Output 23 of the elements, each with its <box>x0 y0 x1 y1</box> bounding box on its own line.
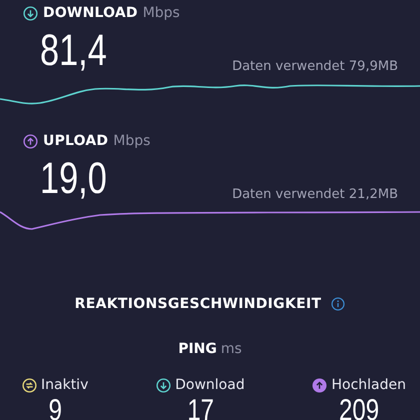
ping-type-label: Download <box>175 377 245 393</box>
data-used-text: Daten verwendet 79,9MB <box>232 59 398 75</box>
ping-type-label: Hochladen <box>331 377 406 393</box>
ping-type-label: Inaktiv <box>41 377 88 393</box>
speed-label: DOWNLOAD <box>43 5 138 21</box>
up-arrow-circle-icon <box>312 378 328 392</box>
ping-value: 9 <box>48 395 62 420</box>
speed-label: UPLOAD <box>43 133 108 149</box>
unit-label: ms <box>220 341 242 357</box>
ping-value: 209 <box>339 395 380 420</box>
speed-value: 81,4 <box>40 27 107 75</box>
info-icon[interactable] <box>331 297 346 311</box>
idle-circle-icon <box>22 378 37 392</box>
section-title: REAKTIONSGESCHWINDIGKEIT <box>74 296 322 312</box>
data-used-text: Daten verwendet 21,2MB <box>232 187 398 203</box>
unit-label: Mbps <box>113 133 150 149</box>
unit-label: Mbps <box>142 5 180 21</box>
ping-value: 17 <box>187 395 214 420</box>
down-arrow-circle-icon <box>156 378 172 392</box>
speed-value: 19,0 <box>40 155 107 203</box>
down-arrow-circle-icon <box>23 6 38 20</box>
ping-label: PING <box>178 341 217 357</box>
up-arrow-circle-icon <box>23 134 38 148</box>
